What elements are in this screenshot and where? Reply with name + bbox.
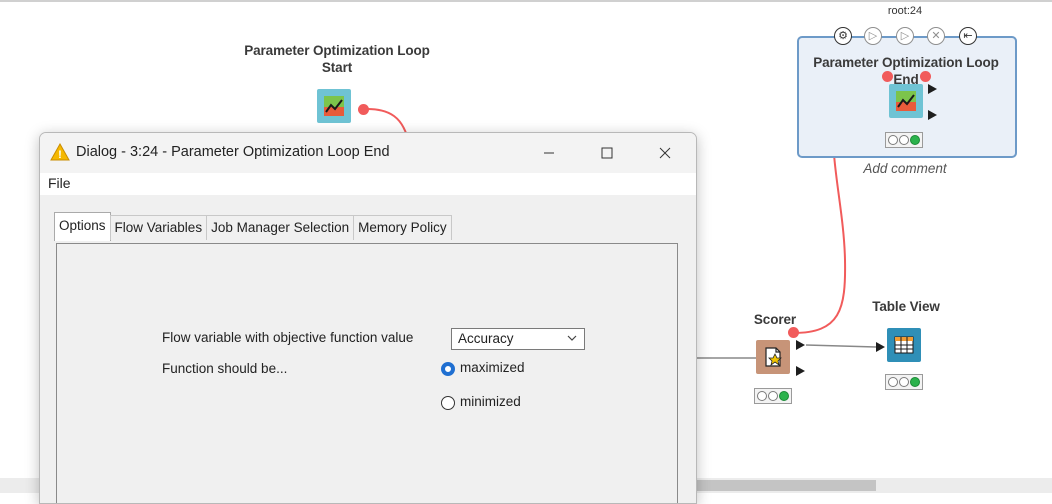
- status-light-red: [888, 135, 898, 145]
- execute-icon[interactable]: ▷: [864, 27, 882, 45]
- warning-icon: !: [50, 143, 70, 161]
- table-view-node[interactable]: [887, 328, 921, 362]
- dialog-titlebar[interactable]: ! Dialog - 3:24 - Parameter Optimization…: [40, 133, 696, 173]
- scorer-output-port-2[interactable]: [796, 366, 805, 376]
- table-view-title: Table View: [872, 299, 940, 314]
- tab-options[interactable]: Options: [54, 212, 111, 241]
- objective-label: Flow variable with objective function va…: [162, 330, 414, 345]
- status-light-green: [910, 377, 920, 387]
- loop-end-output-port-1[interactable]: [928, 84, 937, 94]
- loop-start-title-line1: Parameter Optimization Loop: [244, 43, 430, 58]
- status-light-red: [757, 391, 767, 401]
- add-comment[interactable]: Add comment: [850, 161, 960, 176]
- scorer-flow-var-port[interactable]: [788, 327, 799, 338]
- svg-text:!: !: [58, 149, 62, 161]
- status-light-red: [888, 377, 898, 387]
- flow-var-port[interactable]: [358, 104, 369, 115]
- menu-bar: File: [40, 173, 696, 195]
- table-view-status: [885, 374, 923, 390]
- loop-start-node[interactable]: [317, 89, 351, 123]
- maximize-button[interactable]: [584, 139, 630, 167]
- tab-bar: Options Flow Variables Job Manager Selec…: [54, 212, 452, 241]
- scorer-status: [754, 388, 792, 404]
- objective-select-value: Accuracy: [458, 331, 514, 346]
- loop-start-title-line2: Start: [321, 60, 353, 75]
- dialog-window: ! Dialog - 3:24 - Parameter Optimization…: [39, 132, 697, 504]
- maximize-icon: [601, 147, 613, 159]
- reset-icon[interactable]: ⇤: [959, 27, 977, 45]
- radio-minimized[interactable]: [441, 396, 455, 410]
- status-light-yellow: [899, 377, 909, 387]
- minimize-icon: [544, 152, 554, 154]
- root-label: root:24: [887, 5, 923, 17]
- tab-memory-policy[interactable]: Memory Policy: [353, 215, 452, 240]
- line-chart-icon: [896, 91, 916, 111]
- table-icon: [894, 336, 914, 354]
- tab-job-manager-selection[interactable]: Job Manager Selection: [206, 215, 355, 240]
- scorer-node[interactable]: [756, 340, 790, 374]
- configure-icon[interactable]: ⚙: [834, 27, 852, 45]
- minimize-button[interactable]: [526, 139, 572, 167]
- loop-start-title: Parameter Optimization Loop Start: [242, 42, 432, 76]
- radio-minimized-label[interactable]: minimized: [460, 394, 521, 409]
- chevron-down-icon: [566, 332, 578, 347]
- dialog-content: Options Flow Variables Job Manager Selec…: [40, 195, 696, 503]
- menu-file[interactable]: File: [48, 175, 71, 191]
- loop-end-input-port-1[interactable]: [882, 71, 893, 82]
- scorer-output-port-1[interactable]: [796, 340, 805, 350]
- status-light-green: [910, 135, 920, 145]
- tab-flow-variables[interactable]: Flow Variables: [109, 215, 208, 240]
- status-light-yellow: [899, 135, 909, 145]
- step-icon[interactable]: ▷: [896, 27, 914, 45]
- loop-end-output-port-2[interactable]: [928, 110, 937, 120]
- loop-end-title: Parameter Optimization Loop End: [813, 55, 999, 87]
- radio-maximized[interactable]: [441, 362, 455, 376]
- table-view-input-port[interactable]: [876, 342, 885, 352]
- loop-end-input-port-2[interactable]: [920, 71, 931, 82]
- radio-maximized-label[interactable]: maximized: [460, 360, 525, 375]
- function-label: Function should be...: [162, 361, 288, 376]
- loop-end-status: [885, 132, 923, 148]
- objective-select[interactable]: Accuracy: [451, 328, 585, 350]
- cancel-icon[interactable]: ✕: [927, 27, 945, 45]
- status-light-yellow: [768, 391, 778, 401]
- scorer-icon: [765, 347, 782, 367]
- scorer-title: Scorer: [753, 312, 797, 327]
- dialog-title: Dialog - 3:24 - Parameter Optimization L…: [76, 144, 390, 160]
- close-button[interactable]: [642, 139, 688, 167]
- status-light-green: [779, 391, 789, 401]
- loop-end-node[interactable]: [889, 84, 923, 118]
- line-chart-icon: [324, 96, 344, 116]
- close-icon: [659, 147, 671, 159]
- options-panel: Flow variable with objective function va…: [56, 243, 678, 503]
